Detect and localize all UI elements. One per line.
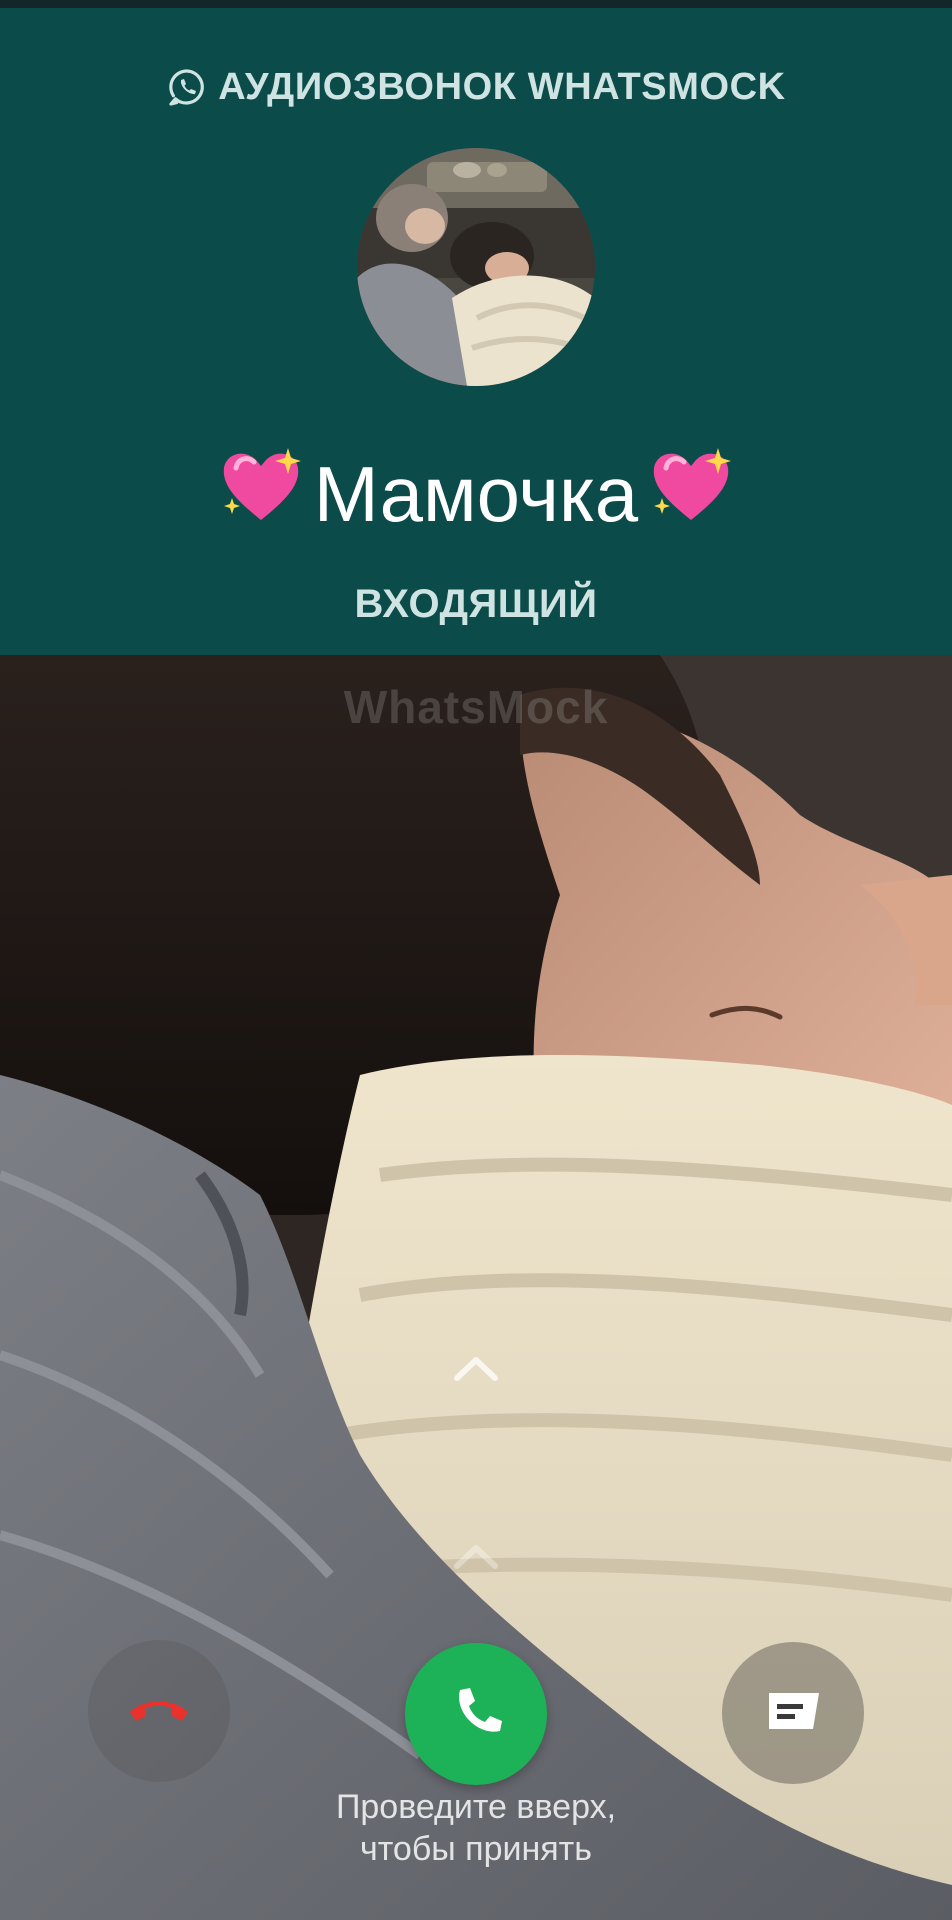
avatar xyxy=(357,148,595,386)
whatsapp-icon xyxy=(166,67,208,109)
phone-hangup-icon xyxy=(126,1694,192,1729)
decline-button[interactable] xyxy=(88,1640,230,1782)
caller-name-label: Мамочка xyxy=(313,450,639,538)
swipe-hint-line1: Проведите вверх, xyxy=(335,1788,617,1826)
app-title-label: АУДИОЗВОНОК WHATSMOCK xyxy=(218,66,786,108)
app-title: АУДИОЗВОНОК WHATSMOCK xyxy=(0,66,952,109)
call-header: АУДИОЗВОНОК WHATSMOCK Мамочка ВХОДЯЩИЙ xyxy=(0,8,952,655)
swipe-hint-line2: чтобы принять xyxy=(360,1830,592,1868)
swipe-hint: Проведите вверх, чтобы принять xyxy=(0,1786,952,1870)
caller-name: Мамочка xyxy=(0,440,952,549)
accept-button[interactable] xyxy=(405,1643,547,1785)
chevron-up-icon xyxy=(451,1540,501,1570)
watermark: WhatsMock xyxy=(343,681,609,733)
message-icon xyxy=(763,1689,823,1738)
phone-icon xyxy=(448,1684,504,1745)
chevron-up-icon xyxy=(451,1352,501,1382)
sparkling-heart-icon xyxy=(646,440,736,549)
incoming-call-screen: АУДИОЗВОНОК WHATSMOCK Мамочка ВХОДЯЩИЙ W… xyxy=(0,0,952,1920)
call-status: ВХОДЯЩИЙ xyxy=(354,582,598,626)
sparkling-heart-icon xyxy=(216,440,306,549)
status-bar xyxy=(0,0,952,8)
message-reply-button[interactable] xyxy=(722,1642,864,1784)
